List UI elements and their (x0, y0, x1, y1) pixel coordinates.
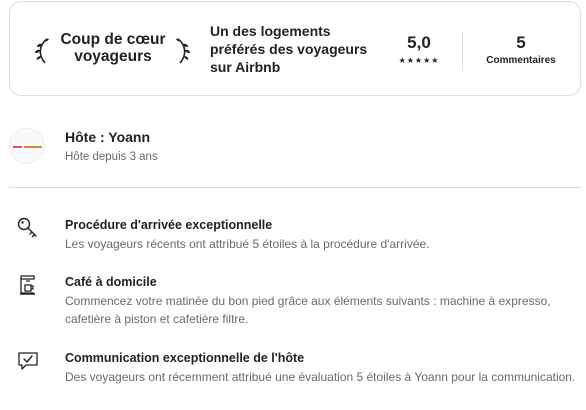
highlight-coffee: Café à domicile Commencez votre matinée … (17, 274, 582, 330)
highlight-description: Des voyageurs ont récemment attribué une… (65, 370, 576, 384)
guest-favorite-title: Coup de cœur voyageurs (60, 31, 166, 65)
highlight-checkin: Procédure d'arrivée exceptionnelle Les v… (17, 217, 582, 257)
laurel-left-icon (35, 38, 49, 64)
highlight-title: Communication exceptionnelle de l'hôte (65, 351, 305, 365)
key-icon (17, 217, 37, 238)
host-avatar[interactable] (9, 128, 45, 164)
vertical-divider (462, 32, 463, 70)
guest-favorite-description: Un des logements préférés des voyageurs … (210, 23, 368, 75)
host-section: Hôte : Yoann Hôte depuis 3 ans (9, 126, 579, 170)
coffee-maker-icon (20, 275, 35, 295)
guest-favorite-card: Coup de cœur voyageurs Un des logements … (9, 1, 581, 96)
highlight-title: Procédure d'arrivée exceptionnelle (65, 218, 273, 232)
reviews-label: Commentaires (486, 55, 556, 66)
section-divider (9, 187, 581, 188)
host-name: Hôte : Yoann (65, 129, 151, 145)
star-rating-icon: ★★★★★ (398, 56, 440, 65)
host-since: Hôte depuis 3 ans (65, 151, 158, 163)
highlight-title: Café à domicile (65, 275, 157, 289)
rating-value: 5,0 (407, 33, 431, 52)
host-logo-image (13, 144, 43, 151)
highlight-description: Commencez votre matinée du bon pied grâc… (65, 294, 551, 326)
reviews-count: 5 (516, 33, 526, 52)
laurel-right-icon (176, 38, 190, 64)
rating-summary: 5,0 ★★★★★ (382, 34, 456, 66)
chat-check-icon (18, 352, 38, 370)
reviews-summary[interactable]: 5 Commentaires (476, 34, 566, 67)
highlight-description: Les voyageurs récents ont attribué 5 éto… (65, 237, 430, 251)
highlight-communication: Communication exceptionnelle de l'hôte D… (17, 350, 582, 402)
